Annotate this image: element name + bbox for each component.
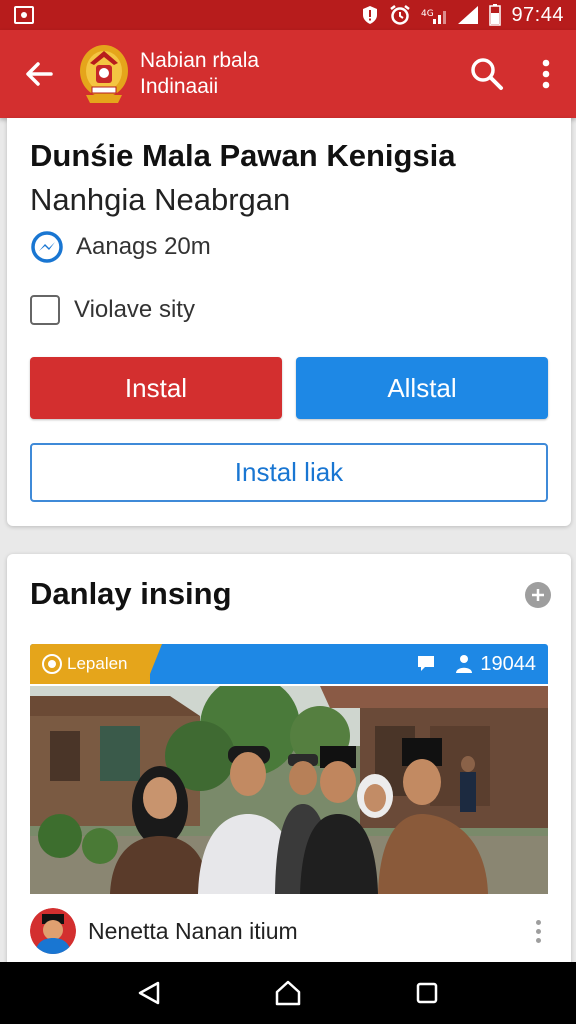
author-name: Nenetta Nanan itium — [88, 917, 298, 944]
add-button[interactable] — [525, 582, 551, 608]
install-button[interactable]: Instal — [30, 357, 282, 419]
messenger-icon — [31, 231, 63, 263]
shield-icon — [363, 6, 378, 24]
app-title-line1: Nabian rbala — [140, 49, 260, 72]
post-more-icon[interactable] — [528, 919, 548, 943]
nav-recents-button[interactable] — [397, 962, 457, 1024]
app-logo — [78, 43, 130, 105]
back-button[interactable] — [0, 30, 78, 118]
app-title: Nabian rbala Indinaaii — [140, 48, 458, 100]
battery-icon — [489, 4, 502, 26]
nav-back-button[interactable] — [119, 962, 179, 1024]
post-tag-label: Lepalen — [67, 654, 128, 673]
app-title-line2: Indinaaii — [140, 75, 219, 98]
post-photo[interactable] — [30, 686, 548, 894]
overflow-menu-button[interactable] — [516, 30, 576, 118]
post-header: Lepalen 19044 — [30, 644, 548, 684]
install-link-button[interactable]: Instal liak — [30, 443, 548, 502]
comment-icon[interactable] — [416, 654, 436, 674]
meta-row: Aanags 20m — [30, 230, 211, 264]
meta-text: Aanags 20m — [76, 233, 211, 260]
section-title: Danlay insing — [30, 576, 232, 611]
alarm-icon — [390, 5, 411, 25]
back-triangle-icon — [139, 981, 160, 1005]
app-bar: Nabian rbala Indinaaii — [0, 30, 576, 118]
home-icon — [275, 980, 301, 1006]
app-details-card: Dunśie Mala Pawan Kenigsia Nanhgia Neabr… — [7, 118, 571, 526]
post-stats: 19044 — [416, 644, 536, 684]
signal-icon: 4G — [421, 9, 447, 24]
app-name: Dunśie Mala Pawan Kenigsia — [30, 138, 456, 173]
search-icon — [471, 58, 503, 90]
status-bar: 4G 97:44 — [0, 0, 576, 30]
back-arrow-icon — [26, 62, 53, 86]
post-count: 19044 — [480, 652, 536, 675]
app-subtitle: Nanhgia Neabrgan — [30, 182, 291, 217]
wifi-icon — [458, 6, 479, 24]
target-icon — [42, 654, 62, 674]
person-icon — [456, 655, 473, 673]
tag-slant — [146, 644, 162, 684]
recents-square-icon — [416, 982, 437, 1004]
svg-text:4G: 4G — [421, 9, 434, 19]
feed-card: Danlay insing Lepalen 19044 Nenetta Nana… — [7, 554, 571, 974]
nav-bar — [0, 962, 576, 1024]
notification-icon — [14, 6, 34, 24]
avatar[interactable] — [30, 908, 76, 954]
more-vert-icon — [542, 59, 550, 89]
checkbox-row[interactable]: Violave sity — [30, 295, 195, 325]
clock: 97:44 — [511, 3, 564, 26]
allstal-button[interactable]: Allstal — [296, 357, 548, 419]
post-tag[interactable]: Lepalen — [30, 644, 150, 684]
author-row: Nenetta Nanan itium — [30, 906, 548, 956]
checkbox-label: Violave sity — [74, 296, 195, 323]
checkbox[interactable] — [30, 295, 60, 325]
plus-icon — [532, 589, 544, 601]
nav-home-button[interactable] — [258, 962, 318, 1024]
search-button[interactable] — [458, 30, 516, 118]
